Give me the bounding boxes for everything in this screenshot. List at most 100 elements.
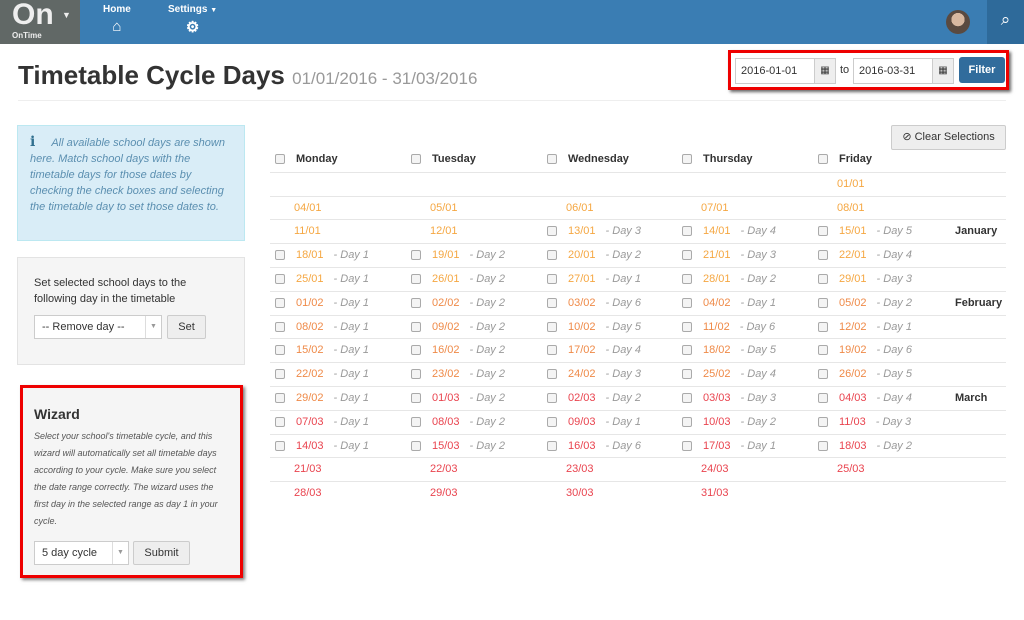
date-cell: 28/03: [294, 482, 322, 505]
date-checkbox[interactable]: [547, 440, 557, 451]
wizard-panel: Wizard Select your school's timetable cy…: [20, 385, 243, 578]
date-cell: 08/02 - Day 1: [296, 316, 369, 339]
date-cell: 14/01 - Day 4: [703, 220, 776, 243]
date-checkbox[interactable]: [275, 297, 285, 308]
date-checkbox[interactable]: [547, 369, 557, 380]
select-column-checkbox[interactable]: [682, 154, 692, 164]
timetable-day-label: - Day 2: [605, 391, 641, 404]
avatar[interactable]: [946, 10, 970, 34]
date-checkbox[interactable]: [411, 440, 421, 451]
select-column-checkbox[interactable]: [275, 154, 285, 164]
select-value: 5 day cycle: [42, 547, 98, 559]
date-checkbox[interactable]: [818, 250, 828, 261]
date-checkbox[interactable]: [818, 226, 828, 237]
date-label: 28/03: [294, 487, 322, 500]
date-label: 10/03: [703, 415, 731, 428]
date-cell: 05/02 - Day 2: [839, 292, 912, 315]
date-checkbox[interactable]: [682, 440, 692, 451]
date-checkbox[interactable]: [682, 321, 692, 332]
timetable-day-label: - Day 6: [739, 320, 776, 333]
date-checkbox[interactable]: [682, 226, 692, 237]
date-checkbox[interactable]: [818, 321, 828, 332]
date-checkbox[interactable]: [682, 250, 692, 261]
date-checkbox[interactable]: [547, 392, 557, 403]
timetable-day-label: - Day 3: [875, 415, 912, 428]
date-checkbox[interactable]: [818, 416, 828, 427]
date-cell: 24/02 - Day 3: [568, 363, 641, 386]
date-checkbox[interactable]: [682, 416, 692, 427]
select-column-checkbox[interactable]: [547, 154, 557, 164]
date-checkbox[interactable]: [818, 273, 828, 284]
date-checkbox[interactable]: [411, 416, 421, 427]
date-checkbox[interactable]: [275, 369, 285, 380]
set-button[interactable]: Set: [167, 315, 206, 339]
table-row: 07/03 - Day 1 08/03 - Day 2 09/03 - Day 1 10/0…: [270, 409, 1006, 434]
date-checkbox[interactable]: [411, 321, 421, 332]
date-cell: 26/02 - Day 5: [839, 363, 912, 386]
date-label: 29/02: [296, 391, 324, 404]
date-checkbox[interactable]: [547, 226, 557, 237]
date-cell: 26/01 - Day 2: [432, 268, 505, 291]
filter-button[interactable]: Filter: [959, 57, 1005, 83]
date-checkbox[interactable]: [547, 250, 557, 261]
date-checkbox[interactable]: [275, 321, 285, 332]
nav-home[interactable]: Home ⌂: [103, 4, 131, 35]
nav-settings[interactable]: Settings ▼ ⚙: [168, 4, 217, 36]
date-checkbox[interactable]: [547, 321, 557, 332]
date-checkbox[interactable]: [818, 345, 828, 356]
date-checkbox[interactable]: [818, 440, 828, 451]
clear-selections-button[interactable]: ⊘ Clear Selections: [891, 125, 1006, 150]
date-checkbox[interactable]: [275, 273, 285, 284]
cycle-select[interactable]: 5 day cycle ▼: [34, 541, 129, 565]
date-cell: 21/01 - Day 3: [703, 244, 776, 267]
date-cell: 06/01: [566, 197, 594, 220]
select-column-checkbox[interactable]: [818, 154, 828, 164]
date-checkbox[interactable]: [547, 416, 557, 427]
date-checkbox[interactable]: [275, 416, 285, 427]
timetable-day-label: - Day 2: [876, 439, 912, 452]
date-checkbox[interactable]: [275, 392, 285, 403]
date-checkbox[interactable]: [682, 369, 692, 380]
date-label: 01/02: [296, 296, 324, 309]
timetable-day-select[interactable]: -- Remove day -- ▼: [34, 315, 162, 339]
timetable-day-label: - Day 1: [333, 272, 369, 285]
date-checkbox[interactable]: [818, 297, 828, 308]
date-checkbox[interactable]: [682, 345, 692, 356]
search-button[interactable]: ⌕: [987, 0, 1024, 44]
date-label: 30/03: [566, 487, 594, 500]
date-checkbox[interactable]: [275, 345, 285, 356]
brand-menu[interactable]: On ▼ OnTime: [0, 0, 80, 44]
date-cell: 15/03 - Day 2: [432, 435, 505, 458]
date-checkbox[interactable]: [682, 392, 692, 403]
date-checkbox[interactable]: [411, 250, 421, 261]
to-date-input[interactable]: 2016-03-31: [853, 58, 933, 84]
date-cell: 04/02 - Day 1: [703, 292, 776, 315]
date-label: 05/02: [839, 296, 867, 309]
calendar-icon[interactable]: ▦: [932, 58, 954, 84]
timetable-day-label: - Day 2: [740, 415, 776, 428]
date-checkbox[interactable]: [411, 297, 421, 308]
date-checkbox[interactable]: [275, 440, 285, 451]
date-checkbox[interactable]: [547, 345, 557, 356]
date-checkbox[interactable]: [411, 369, 421, 380]
date-checkbox[interactable]: [547, 273, 557, 284]
date-label: 29/03: [430, 487, 458, 500]
timetable-day-label: - Day 6: [876, 344, 912, 357]
date-label: 21/01: [703, 249, 731, 262]
submit-button[interactable]: Submit: [133, 541, 190, 565]
date-checkbox[interactable]: [682, 297, 692, 308]
select-column-checkbox[interactable]: [411, 154, 421, 164]
date-checkbox[interactable]: [547, 297, 557, 308]
date-checkbox[interactable]: [411, 345, 421, 356]
date-checkbox[interactable]: [411, 273, 421, 284]
brand-name: OnTime: [12, 31, 42, 40]
date-checkbox[interactable]: [818, 369, 828, 380]
calendar-icon[interactable]: ▦: [814, 58, 836, 84]
from-date-input[interactable]: 2016-01-01: [735, 58, 815, 84]
date-checkbox[interactable]: [411, 392, 421, 403]
date-checkbox[interactable]: [682, 273, 692, 284]
date-checkbox[interactable]: [275, 250, 285, 261]
date-checkbox[interactable]: [818, 392, 828, 403]
timetable-day-label: - Day 1: [333, 391, 369, 404]
date-cell: 25/02 - Day 4: [703, 363, 776, 386]
